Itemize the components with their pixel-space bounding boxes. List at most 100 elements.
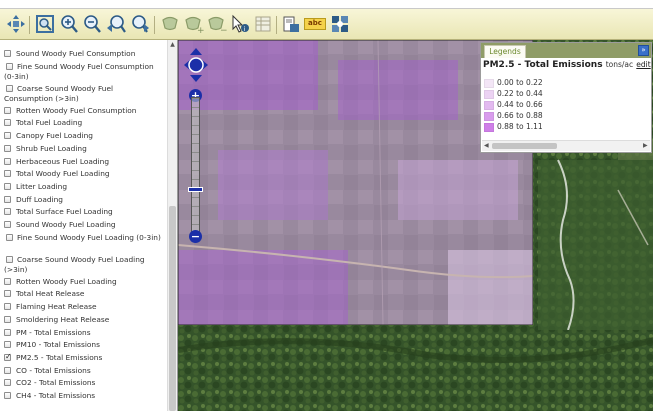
layer-checkbox[interactable]: [6, 84, 13, 92]
select-tool-button[interactable]: [160, 14, 180, 34]
layer-item[interactable]: CO - Total Emissions: [4, 366, 166, 376]
legend-class: 0.22 to 0.44: [484, 89, 543, 99]
layer-checkbox[interactable]: [4, 352, 12, 362]
scroll-right-arrow-icon[interactable]: ▶: [643, 141, 648, 151]
layer-item[interactable]: Total Fuel Loading: [4, 118, 166, 128]
layer-item[interactable]: Duff Loading: [4, 194, 166, 205]
scrollbar-thumb[interactable]: [169, 206, 176, 411]
layer-checkbox[interactable]: [4, 277, 11, 285]
zoom-previous-tool-button[interactable]: [106, 14, 126, 34]
layer-item[interactable]: Total Surface Fuel Loading: [4, 207, 166, 217]
select-remove-tool-button[interactable]: −: [207, 14, 227, 34]
zoom-in-tool-button[interactable]: [59, 14, 79, 34]
layers-tool-button[interactable]: [330, 14, 350, 34]
zoom-next-tool-button[interactable]: [130, 14, 150, 34]
zoom-out-tool-button[interactable]: [82, 14, 102, 34]
layer-checkbox[interactable]: [4, 303, 11, 311]
layer-item[interactable]: Total Heat Release: [4, 289, 166, 299]
legend-class: 0.00 to 0.22: [484, 78, 543, 88]
layer-checkbox[interactable]: [4, 170, 11, 178]
layer-checkbox[interactable]: [4, 50, 11, 57]
pan-control[interactable]: [183, 47, 209, 83]
layer-checkbox[interactable]: [4, 208, 11, 216]
layer-label: Flaming Heat Release: [16, 302, 97, 312]
layer-item[interactable]: Rotten Woody Fuel Loading: [4, 277, 166, 287]
layer-item[interactable]: PM - Total Emissions: [4, 328, 166, 338]
zoom-slider-handle[interactable]: [188, 187, 203, 192]
layer-item[interactable]: Fine Sound Woody Fuel Loading (0-3in): [4, 233, 164, 243]
layer-label: Duff Loading: [16, 194, 63, 204]
layer-item[interactable]: Litter Loading: [4, 182, 166, 192]
layer-checkbox[interactable]: [4, 157, 11, 165]
layer-label: Shrub Fuel Loading: [16, 143, 87, 153]
label-tool-button[interactable]: abc: [304, 14, 326, 34]
layer-item[interactable]: CH4 - Total Emissions: [4, 391, 166, 401]
layer-checkbox[interactable]: [6, 62, 13, 70]
layer-checkbox[interactable]: [4, 379, 11, 387]
scroll-left-arrow-icon[interactable]: ◀: [484, 141, 489, 151]
layer-label: Sound Woody Fuel Loading: [16, 220, 116, 229]
legend-edit-link[interactable]: edit: [636, 60, 650, 69]
layer-checkbox[interactable]: [4, 144, 11, 152]
layer-checkbox[interactable]: [4, 328, 11, 336]
identify-tool-button[interactable]: i: [230, 14, 250, 34]
layer-item[interactable]: Coarse Sound Woody Fuel Loading (>3in): [4, 255, 164, 275]
legend-swatch: [484, 89, 494, 99]
layer-item[interactable]: CO2 - Total Emissions: [4, 378, 166, 388]
select-add-tool-button[interactable]: +: [184, 14, 204, 34]
zoom-slider-track[interactable]: [191, 97, 200, 237]
layer-checkbox[interactable]: [4, 290, 11, 298]
layer-item[interactable]: Fine Sound Woody Fuel Consumption (0-3in…: [4, 62, 164, 82]
legend-class-label: 0.22 to 0.44: [497, 89, 543, 98]
layer-item[interactable]: Total Woody Fuel Loading: [4, 169, 166, 179]
tab-legends[interactable]: Legends: [484, 45, 526, 58]
layer-label: Total Heat Release: [16, 289, 85, 299]
layer-item[interactable]: Rotten Woody Fuel Consumption: [4, 106, 166, 116]
legend-units: tons/ac: [605, 60, 634, 69]
layer-item[interactable]: Shrub Fuel Loading: [4, 143, 166, 154]
layer-checkbox[interactable]: [4, 195, 11, 203]
layer-checkbox[interactable]: [4, 119, 11, 127]
legend-scrollbar[interactable]: ◀ ▶: [482, 140, 650, 151]
layer-checkbox[interactable]: [4, 315, 11, 323]
layer-item[interactable]: Sound Woody Fuel Loading: [4, 220, 166, 230]
attribute-table-tool-button[interactable]: [253, 14, 273, 34]
select-shape-icon: [162, 16, 178, 31]
layer-checkbox[interactable]: [4, 221, 11, 228]
toolbar-separator: [276, 16, 277, 34]
layer-list-scrollbar[interactable]: ▲: [167, 40, 177, 411]
layer-item[interactable]: PM2.5 - Total Emissions: [4, 352, 166, 363]
layer-item[interactable]: PM10 - Total Emissions: [4, 340, 166, 350]
svg-text:−: −: [220, 26, 227, 34]
map-toolbar: + − i abc: [0, 9, 653, 40]
layer-item[interactable]: Smoldering Heat Release: [4, 315, 166, 325]
pan-tool-button[interactable]: [6, 14, 26, 34]
legend-scrollbar-thumb[interactable]: [492, 143, 557, 149]
layer-item[interactable]: Sound Woody Fuel Consumption: [4, 49, 166, 59]
zoom-extent-tool-button[interactable]: [35, 14, 55, 34]
layer-item[interactable]: Herbaceous Fuel Loading: [4, 157, 166, 167]
layer-label: Fine Sound Woody Fuel Loading (0-3in): [17, 232, 161, 242]
layer-item[interactable]: Flaming Heat Release: [4, 302, 166, 312]
layer-item[interactable]: Coarse Sound Woody Fuel Consumption (>3i…: [4, 84, 164, 104]
legend-layer-title: PM2.5 - Total Emissions tons/ac edit: [483, 60, 651, 70]
layer-item[interactable]: Canopy Fuel Loading: [4, 131, 166, 141]
pan-arrows-icon: [7, 15, 25, 33]
layer-label: CO2 - Total Emissions: [16, 378, 96, 388]
layer-checkbox[interactable]: [6, 233, 13, 241]
layer-checkbox[interactable]: [6, 255, 13, 263]
print-tool-button[interactable]: [281, 14, 301, 34]
legend-class-label: 0.88 to 1.11: [497, 122, 543, 131]
zoom-in-icon: [61, 15, 78, 33]
collapse-legend-button[interactable]: »: [638, 45, 649, 56]
layer-checkbox[interactable]: [4, 132, 11, 140]
layer-checkbox[interactable]: [4, 106, 11, 114]
scroll-up-arrow-icon[interactable]: ▲: [169, 41, 176, 49]
layer-checkbox[interactable]: [4, 392, 11, 399]
zoom-slider[interactable]: + −: [188, 89, 203, 243]
zoom-out-button[interactable]: −: [189, 230, 202, 243]
layer-checkbox[interactable]: [4, 366, 11, 374]
layer-checkbox[interactable]: [4, 182, 11, 190]
layer-checkbox[interactable]: [4, 341, 11, 349]
svg-text:+: +: [197, 26, 204, 34]
